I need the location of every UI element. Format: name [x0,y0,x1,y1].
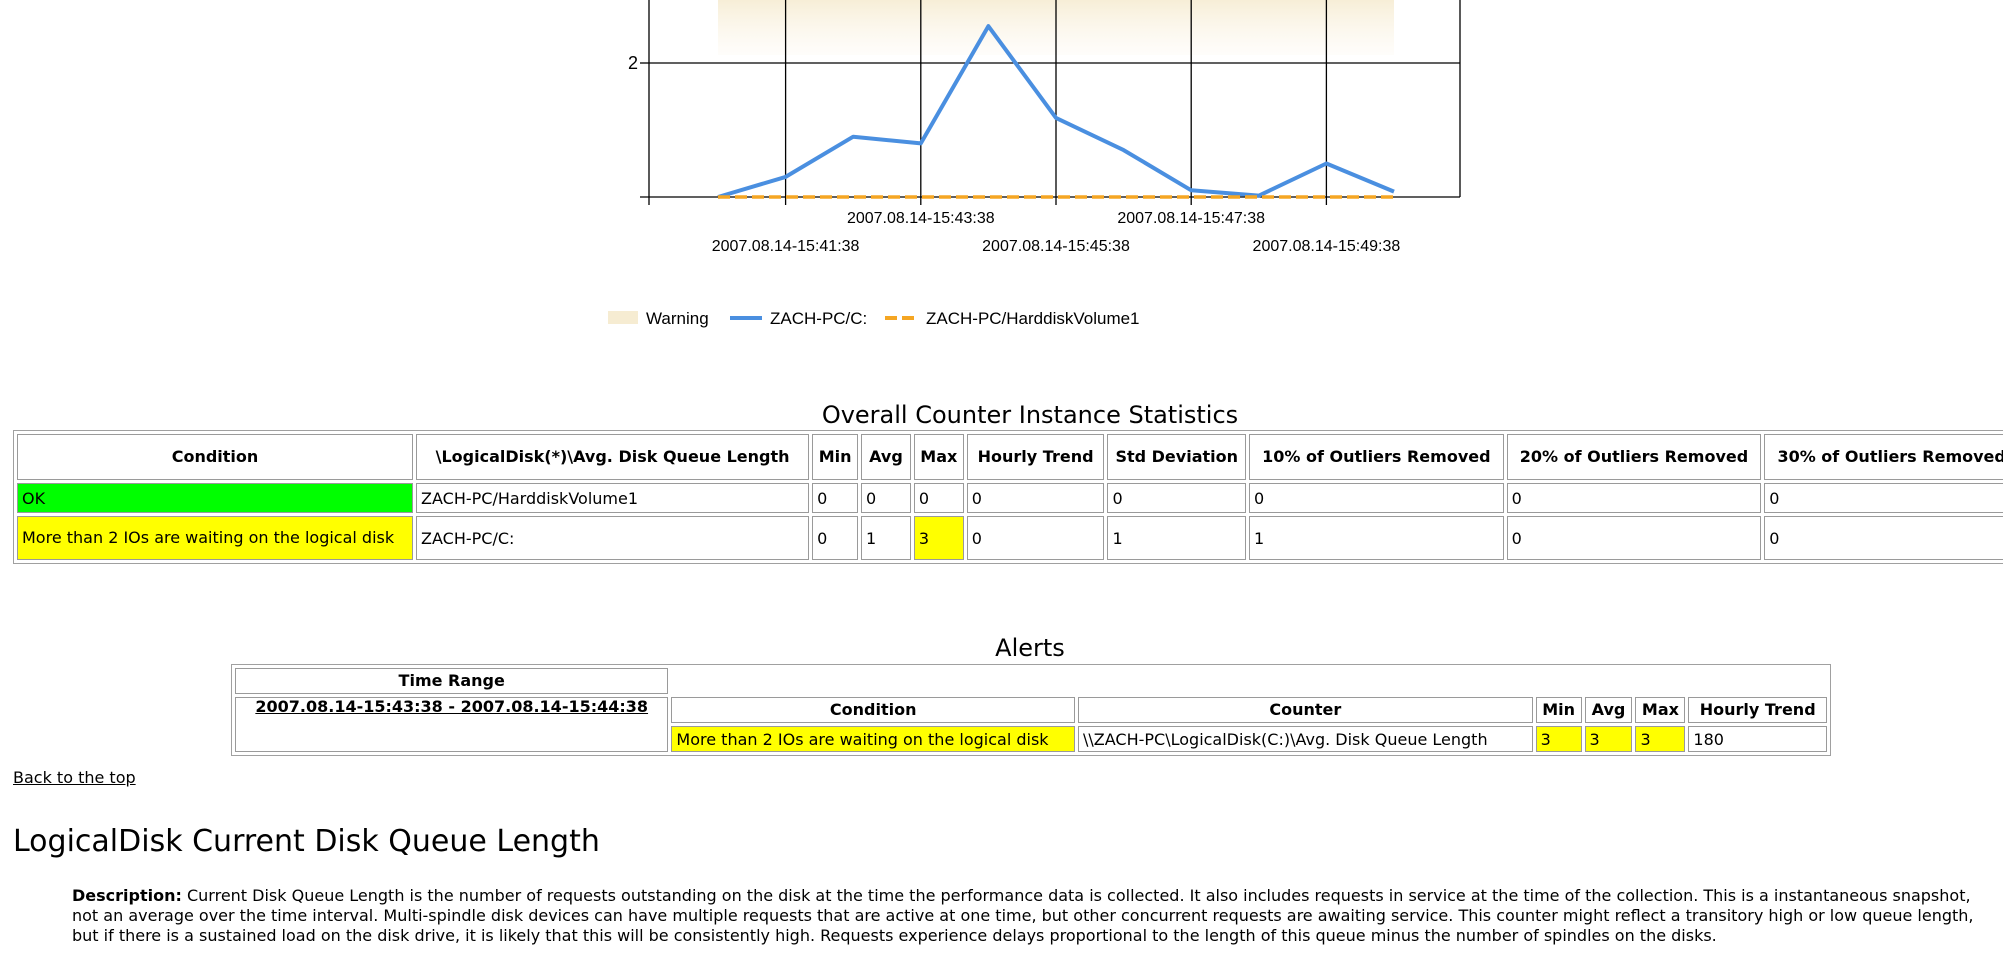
x-tick-label: 2007.08.14-15:41:38 [712,238,860,255]
x-tick-label: 2007.08.14-15:47:38 [1117,210,1265,227]
table-row: OK ZACH-PC/HarddiskVolume1 0 0 0 0 0 0 0… [17,483,2003,513]
chart-legend: Warning ZACH-PC/C: ZACH-PC/HarddiskVolum… [608,309,1140,328]
table-cell: 0 [861,483,911,513]
col-min: Min [1535,697,1582,723]
col-avg: Avg [861,434,911,480]
col-10-outliers: 10% of Outliers Removed [1249,434,1504,480]
table-cell: 0 [812,516,859,560]
table-row: More than 2 IOs are waiting on the logic… [17,516,2003,560]
back-to-top-link[interactable]: Back to the top [13,768,136,787]
col-hourly-trend: Hourly Trend [966,434,1105,480]
x-tick-label: 2007.08.14-15:45:38 [982,238,1130,255]
col-time-range: Time Range [235,668,669,694]
condition-ok-cell: OK [17,483,414,513]
table-cell: 1 [1107,516,1247,560]
alerts-table: Time Range 2007.08.14-15:43:38 - 2007.08… [231,664,1831,756]
table-cell: 0 [966,516,1105,560]
alert-avg-cell: 3 [1584,726,1633,752]
alerts-title: Alerts [995,634,1065,662]
max-alert-cell: 3 [913,516,964,560]
alerts-header-row: Time Range [235,668,1827,694]
alerts-subheader-row: 2007.08.14-15:43:38 - 2007.08.14-15:44:3… [235,697,1827,752]
alert-hourly-trend-cell: 180 [1688,726,1827,752]
description-block: Description: Current Disk Queue Length i… [72,886,1992,946]
condition-alert-cell: More than 2 IOs are waiting on the logic… [17,516,414,560]
table-cell: 0 [1107,483,1247,513]
col-avg: Avg [1584,697,1633,723]
col-condition: Condition [671,697,1076,723]
table-cell: 0 [1506,516,1762,560]
alert-max-cell: 3 [1635,726,1686,752]
table-cell: ZACH-PC/HarddiskVolume1 [416,483,810,513]
description-text: Current Disk Queue Length is the number … [72,886,1974,945]
table-cell: 0 [1764,516,2003,560]
col-20-outliers: 20% of Outliers Removed [1506,434,1762,480]
col-condition: Condition [17,434,414,480]
table-cell: 1 [1249,516,1504,560]
table-cell: 0 [966,483,1105,513]
table-cell: 0 [812,483,859,513]
col-max: Max [913,434,964,480]
col-counter: Counter [1078,697,1533,723]
x-tick-label: 2007.08.14-15:49:38 [1253,238,1401,255]
legend-warning-swatch [608,311,638,324]
table-cell: 1 [861,516,911,560]
x-tick-label: 2007.08.14-15:43:38 [847,210,995,227]
alert-min-cell: 3 [1535,726,1582,752]
col-counter: \LogicalDisk(*)\Avg. Disk Queue Length [416,434,810,480]
table-cell: ZACH-PC/C: [416,516,810,560]
legend-harddisk-label: ZACH-PC/HarddiskVolume1 [926,309,1140,328]
col-min: Min [812,434,859,480]
col-std-deviation: Std Deviation [1107,434,1247,480]
legend-warning-label: Warning [646,309,709,328]
y-tick-label: 2 [628,53,638,73]
col-max: Max [1635,697,1686,723]
description-label: Description: [72,886,182,905]
disk-queue-line-chart: 2 2007.08.14-15:43:38 2007.08.14-15:47:38 2… [608,0,1461,328]
table-cell: 0 [1764,483,2003,513]
overall-stats-table: Condition \LogicalDisk(*)\Avg. Disk Queu… [13,430,2003,564]
header-filler [671,668,1827,694]
col-hourly-trend: Hourly Trend [1688,697,1827,723]
table-cell: 0 [1249,483,1504,513]
table-cell: 0 [913,483,964,513]
section-heading: LogicalDisk Current Disk Queue Length [13,824,600,859]
col-30-outliers: 30% of Outliers Removed [1764,434,2003,480]
overall-header-row: Condition \LogicalDisk(*)\Avg. Disk Queu… [17,434,2003,480]
time-range-link[interactable]: 2007.08.14-15:43:38 - 2007.08.14-15:44:3… [235,697,669,752]
overall-stats-title: Overall Counter Instance Statistics [821,401,1239,429]
alert-condition-cell: More than 2 IOs are waiting on the logic… [671,726,1076,752]
table-cell: 0 [1506,483,1762,513]
legend-c-label: ZACH-PC/C: [770,309,867,328]
alert-counter-cell: \\ZACH-PC\LogicalDisk(C:)\Avg. Disk Queu… [1078,726,1533,752]
